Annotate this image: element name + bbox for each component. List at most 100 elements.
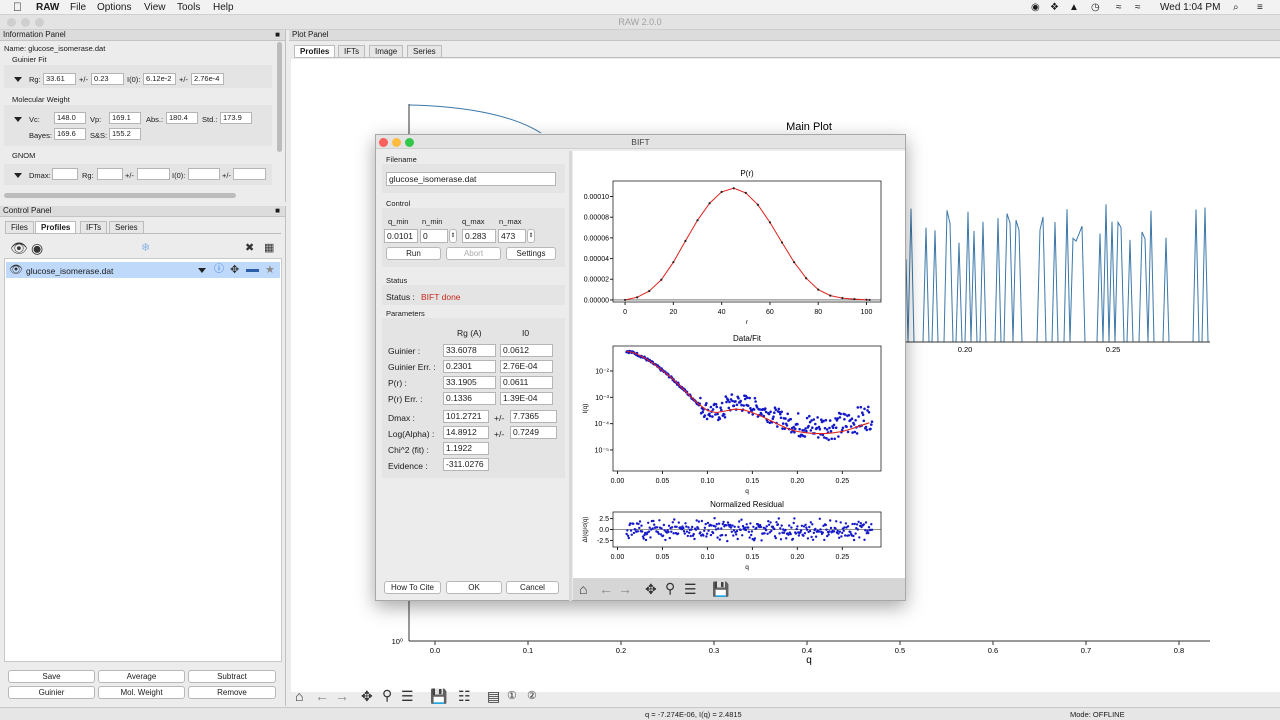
star-icon[interactable]: ★ (265, 263, 275, 277)
bift-zoom-button[interactable] (405, 138, 414, 147)
time-machine-icon[interactable]: ◷ (1091, 2, 1100, 13)
bift-plots[interactable]: P(r) 0 20 40 60 80 100 0.00000 0.00002 0.00004 0.0… (573, 151, 905, 578)
bift-qmin-field[interactable]: 0.0101 (384, 229, 418, 243)
tab-plot-profiles[interactable]: Profiles (294, 45, 336, 57)
forward-arrow-icon[interactable]: → (618, 582, 632, 596)
tab-profiles[interactable]: Profiles (35, 221, 77, 233)
guinier-rg-field[interactable]: 33.61 (43, 73, 76, 85)
close-window-button[interactable] (7, 18, 16, 27)
configure-subplots-icon[interactable]: ☰ (401, 689, 414, 703)
home-icon[interactable]: ⌂ (579, 582, 587, 596)
zoom-magnifier-icon[interactable]: ⚲ (665, 581, 675, 595)
mw-bayes-field[interactable]: 169.6 (54, 128, 86, 140)
plot-options-icon[interactable]: ☷ (458, 689, 471, 703)
pin-icon[interactable]: ■ (275, 206, 280, 216)
plot1-icon[interactable]: ① (507, 689, 517, 703)
mw-vp-field[interactable]: 169.1 (109, 112, 141, 124)
save-figure-icon[interactable]: 💾 (430, 689, 447, 703)
mw-abs-field[interactable]: 180.4 (166, 112, 198, 124)
spotlight-icon[interactable]: ⌕ (1233, 2, 1239, 13)
bift-nmax-stepper[interactable]: ⇕ (527, 229, 535, 243)
bift-close-button[interactable] (379, 138, 388, 147)
mw-std-field[interactable]: 173.9 (220, 112, 252, 124)
bift-run-button[interactable]: Run (386, 247, 441, 260)
guinier-i0-err-field[interactable]: 2.76e-4 (191, 73, 224, 85)
mw-collapse-icon[interactable] (14, 117, 22, 122)
ok-button[interactable]: OK (446, 581, 502, 594)
line-color-icon[interactable] (246, 269, 259, 272)
menu-help[interactable]: Help (213, 2, 234, 13)
remove-button[interactable]: Remove (188, 686, 276, 699)
tab-series[interactable]: Series (109, 221, 144, 233)
menu-file[interactable]: File (70, 2, 86, 13)
bift-filename-field[interactable]: glucose_isomerase.dat (386, 172, 556, 186)
menu-options[interactable]: Options (97, 2, 131, 13)
guinier-i0-field[interactable]: 6.12e-2 (143, 73, 176, 85)
list-item[interactable]: 👁 glucose_isomerase.dat ⓘ ✥ ★ (6, 262, 280, 278)
bift-minimize-button[interactable] (392, 138, 401, 147)
tab-ifts[interactable]: IFTs (80, 221, 108, 233)
apple-icon[interactable]:  (13, 0, 22, 14)
bift-nmin-field[interactable]: 0 (420, 229, 448, 243)
bift-abort-button[interactable]: Abort (446, 247, 501, 260)
zoom-magnifier-icon[interactable]: ⚲ (382, 688, 392, 702)
guinier-collapse-icon[interactable] (14, 77, 22, 82)
pan-icon[interactable]: ✥ (645, 582, 657, 596)
gnom-rg-field[interactable] (97, 168, 123, 180)
gnom-rg-err-field[interactable] (137, 168, 170, 180)
back-arrow-icon[interactable]: ← (599, 582, 613, 596)
move-icon[interactable]: ✥ (230, 263, 239, 277)
wifi-icon[interactable]: ≈ (1135, 2, 1141, 13)
cancel-button[interactable]: Cancel (506, 581, 559, 594)
menu-tools[interactable]: Tools (177, 2, 200, 13)
hide-all-eye-icon[interactable]: ◉ (31, 241, 43, 255)
bluetooth-icon[interactable]: ≈ (1116, 2, 1122, 13)
gnom-i0-err-field[interactable] (233, 168, 266, 180)
info-horizontal-scrollbar[interactable] (4, 193, 236, 198)
sync-icon[interactable]: ❄ (141, 241, 150, 255)
collapse-icon[interactable]: ✖ (245, 241, 254, 255)
bift-qmax-field[interactable]: 0.283 (462, 229, 496, 243)
tab-plot-ifts[interactable]: IFTs (338, 45, 366, 57)
menu-clock[interactable]: Wed 1:04 PM (1160, 2, 1220, 13)
bift-nmin-stepper[interactable]: ⇕ (449, 229, 457, 243)
configure-subplots-icon[interactable]: ☰ (684, 582, 697, 596)
gnom-dmax-field[interactable] (52, 168, 78, 180)
mw-vc-field[interactable]: 148.0 (54, 112, 86, 124)
bift-splitter[interactable] (569, 151, 572, 601)
info-icon[interactable]: ⓘ (214, 263, 224, 277)
expand-icon[interactable]: ▦ (264, 241, 274, 255)
flame-icon[interactable]: ▲ (1069, 2, 1079, 13)
tab-plot-image[interactable]: Image (369, 45, 404, 57)
save-button[interactable]: Save (8, 670, 95, 683)
mol-weight-button[interactable]: Mol. Weight (98, 686, 185, 699)
tab-plot-series[interactable]: Series (407, 45, 442, 57)
average-button[interactable]: Average (98, 670, 185, 683)
pin-icon[interactable]: ■ (275, 30, 280, 40)
menu-view[interactable]: View (144, 2, 166, 13)
bift-settings-button[interactable]: Settings (506, 247, 556, 260)
bift-nmax-field[interactable]: 473 (498, 229, 526, 243)
dropdown-arrow-icon[interactable] (198, 268, 206, 273)
zoom-window-button[interactable] (35, 18, 44, 27)
back-arrow-icon[interactable]: ← (315, 689, 329, 703)
forward-arrow-icon[interactable]: → (335, 689, 349, 703)
mw-ss-field[interactable]: 155.2 (109, 128, 141, 140)
how-to-cite-button[interactable]: How To Cite (384, 581, 441, 594)
menu-app-name[interactable]: RAW (36, 2, 59, 13)
gnom-collapse-icon[interactable] (14, 173, 22, 178)
guinier-rg-err-field[interactable]: 0.23 (91, 73, 124, 85)
info-vertical-scrollbar[interactable] (277, 42, 282, 152)
save-figure-icon[interactable]: 💾 (712, 582, 729, 596)
split-plot-icon[interactable]: ▤ (487, 689, 500, 703)
plot2-icon[interactable]: ② (527, 689, 537, 703)
menu-list-icon[interactable]: ≡ (1257, 2, 1263, 13)
record-icon[interactable]: ◉ (1031, 2, 1040, 13)
minimize-window-button[interactable] (21, 18, 30, 27)
gnom-i0-field[interactable] (188, 168, 220, 180)
home-icon[interactable]: ⌂ (295, 689, 303, 703)
subtract-button[interactable]: Subtract (188, 670, 276, 683)
guinier-button[interactable]: Guinier (8, 686, 95, 699)
dropbox-icon[interactable]: ❖ (1050, 2, 1059, 13)
pan-icon[interactable]: ✥ (361, 689, 373, 703)
